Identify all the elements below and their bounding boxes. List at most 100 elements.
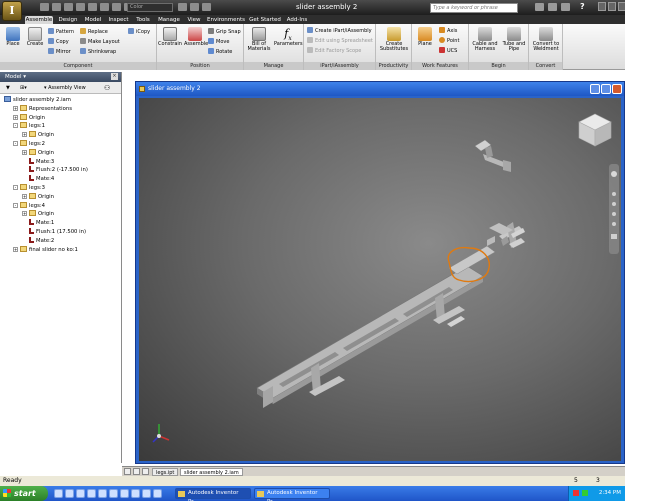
subscription-icon[interactable] (548, 3, 557, 11)
project-icon[interactable] (202, 3, 211, 11)
tree-item[interactable]: Flush:1 (17.500 in) (4, 227, 121, 237)
ucs-button[interactable]: UCS (439, 47, 457, 55)
tree-item[interactable]: - legs:4 (4, 201, 121, 211)
axis-button[interactable]: Axis (439, 27, 457, 35)
filter-icon[interactable]: ▼ (6, 82, 10, 94)
doc-tab-slider-assembly[interactable]: slider assembly 2.iam (180, 468, 243, 476)
tab-environments[interactable]: Environments (206, 16, 246, 24)
help-icon[interactable]: ? (580, 2, 585, 11)
tab-inspect[interactable]: Inspect (106, 16, 131, 24)
color-combo[interactable]: Color (127, 3, 173, 12)
expander-icon[interactable]: + (22, 149, 27, 155)
binoculars-icon[interactable] (535, 3, 544, 11)
tree-item[interactable]: - legs:2 (4, 139, 121, 149)
shrinkwrap-button[interactable]: Shrinkwrap (80, 48, 116, 56)
tree-item[interactable]: Flush:2 (-17.500 in) (4, 166, 121, 175)
plane-button[interactable]: Plane (414, 27, 436, 47)
home-icon[interactable] (100, 3, 109, 11)
start-button[interactable]: start (0, 486, 48, 501)
tab-design[interactable]: Design (56, 16, 80, 24)
tab-assemble[interactable]: Assemble (25, 16, 53, 24)
place-button[interactable]: Place (3, 27, 23, 47)
tree-item[interactable]: Mate:2 (4, 236, 121, 246)
parameters-button[interactable]: fx Parameters (274, 27, 303, 47)
tray-icon-2[interactable] (582, 490, 588, 496)
tab-view[interactable]: View (185, 16, 203, 24)
edit-factory-scope-button[interactable]: Edit Factory Scope (307, 47, 361, 55)
tree-item[interactable]: + Origin (4, 192, 121, 202)
tree-item[interactable]: + Origin (4, 113, 121, 123)
arrow-icon[interactable] (190, 3, 199, 11)
expander-icon[interactable]: + (22, 193, 27, 199)
tab-tools[interactable]: Tools (133, 16, 153, 24)
rotate-button[interactable]: Rotate (208, 48, 232, 56)
move-button[interactable]: Move (208, 38, 229, 46)
mirror-button[interactable]: Mirror (48, 48, 71, 56)
bill-of-materials-button[interactable]: Bill of Materials (247, 27, 271, 52)
pattern-button[interactable]: Pattern (48, 28, 74, 36)
save-icon[interactable] (64, 3, 73, 11)
floating-leg-part[interactable] (474, 139, 511, 172)
replace-button[interactable]: Replace (80, 28, 108, 36)
tree-item[interactable]: Mate:3 (4, 157, 121, 167)
tab-model[interactable]: Model (82, 16, 104, 24)
tree-item[interactable]: + Origin (4, 131, 121, 140)
undo-icon[interactable] (76, 3, 85, 11)
tray-icon-1[interactable] (573, 490, 579, 496)
binoculars-find-icon[interactable]: ⚇ (104, 82, 110, 94)
cable-harness-button[interactable]: Cable and Harness (471, 27, 499, 52)
create-ipart-button[interactable]: Create iPart/iAssembly (307, 27, 372, 35)
fx-icon[interactable] (178, 3, 187, 11)
create-substitutes-button[interactable]: Create Substitutes (378, 27, 410, 52)
restore-button[interactable] (608, 2, 616, 11)
quicklaunch-icon-3[interactable] (76, 489, 85, 498)
quicklaunch-icon-5[interactable] (98, 489, 107, 498)
tube-pipe-button[interactable]: Tube and Pipe (501, 27, 527, 52)
expander-icon[interactable]: - (13, 184, 18, 190)
doc-tab-legs[interactable]: legs.ipt (152, 468, 179, 476)
tab-add-ins[interactable]: Add-Ins (284, 16, 310, 24)
tree-item[interactable]: Mate:4 (4, 175, 121, 184)
edit-spreadsheet-button[interactable]: Edit using Spreadsheet (307, 37, 373, 45)
browser-title[interactable]: Model (5, 74, 22, 80)
update-icon[interactable] (112, 3, 121, 11)
doc-minimize-button[interactable] (590, 84, 600, 94)
cascade-icon[interactable] (133, 468, 140, 475)
quicklaunch-icon-1[interactable] (54, 489, 63, 498)
tree-item[interactable]: + Origin (4, 210, 121, 219)
expander-icon[interactable]: - (13, 202, 18, 208)
create-button[interactable]: Create (25, 27, 45, 47)
expander-icon[interactable]: + (13, 246, 18, 252)
tree-item[interactable]: + final slider no ko:1 (4, 245, 121, 255)
tree-item[interactable]: - legs:1 (4, 122, 121, 131)
open-icon[interactable] (52, 3, 61, 11)
slider-rail[interactable] (256, 245, 496, 408)
assemble-button[interactable]: Assemble (184, 27, 208, 47)
quicklaunch-icon-4[interactable] (87, 489, 96, 498)
tab-manage[interactable]: Manage (155, 16, 183, 24)
view-cube[interactable] (578, 113, 612, 147)
expander-icon[interactable]: + (13, 105, 18, 111)
quicklaunch-icon-7[interactable] (120, 489, 129, 498)
taskbar-item-inventor-1[interactable]: Autodesk Inventor Pr... (175, 488, 251, 503)
convert-to-weldment-button[interactable]: Convert to Weldment (530, 27, 562, 52)
doc-close-button[interactable] (612, 84, 622, 94)
quicklaunch-icon-10[interactable] (153, 489, 162, 498)
app-menu-button[interactable]: I (2, 1, 22, 21)
graphics-viewport[interactable] (139, 98, 621, 461)
new-icon[interactable] (40, 3, 49, 11)
tab-list-icon[interactable] (142, 468, 149, 475)
quicklaunch-icon-2[interactable] (65, 489, 74, 498)
doc-restore-button[interactable] (601, 84, 611, 94)
copy-button[interactable]: Copy (48, 38, 69, 46)
tree-item[interactable]: Mate:1 (4, 219, 121, 228)
close-icon[interactable]: × (111, 73, 118, 80)
navigation-bar[interactable] (609, 164, 619, 254)
minimize-button[interactable] (598, 2, 606, 11)
make-layout-button[interactable]: Make Layout (80, 38, 120, 46)
constrain-button[interactable]: Constrain (158, 27, 182, 47)
dropdown-arrow-icon[interactable]: ▾ (23, 74, 26, 80)
quicklaunch-icon-9[interactable] (142, 489, 151, 498)
quicklaunch-icon-6[interactable] (109, 489, 118, 498)
expander-icon[interactable]: + (22, 132, 27, 138)
